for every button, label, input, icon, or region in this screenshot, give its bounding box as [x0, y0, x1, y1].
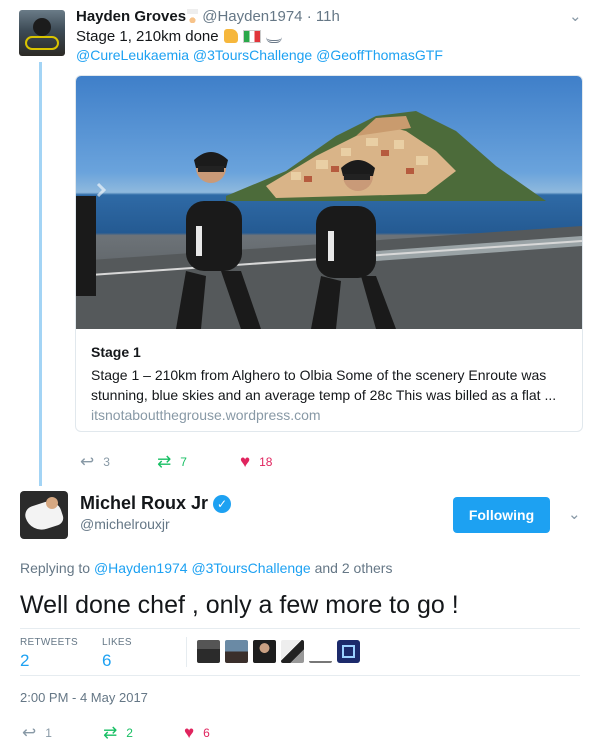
- user-name[interactable]: Hayden Groves: [76, 8, 186, 25]
- user-name[interactable]: Michel Roux Jr ✓: [80, 493, 232, 514]
- reply-count: 1: [45, 726, 52, 740]
- italy-flag-emoji-icon: [242, 30, 261, 43]
- tweet-header: Hayden Groves @Hayden1974 · 11h: [76, 7, 340, 26]
- card-description: Stage 1 – 210km from Alghero to Olbia So…: [91, 367, 557, 403]
- likes-label: LIKES: [102, 637, 132, 648]
- user-handle[interactable]: @Hayden1974: [202, 8, 302, 25]
- user-handle[interactable]: @michelrouxjr: [80, 516, 170, 532]
- avatar[interactable]: [20, 491, 68, 539]
- liker-avatar[interactable]: [253, 640, 276, 663]
- retweet-count: 2: [126, 726, 133, 740]
- tweet-text-content: Stage 1, 210km done: [76, 28, 219, 45]
- replying-others[interactable]: and 2 others: [315, 560, 393, 576]
- liker-avatar[interactable]: [197, 640, 220, 663]
- user-name-text[interactable]: Michel Roux Jr: [80, 493, 208, 514]
- like-button[interactable]: ♥ 18: [240, 452, 272, 472]
- heart-icon: ♥: [240, 452, 251, 471]
- like-count: 6: [203, 726, 210, 740]
- retweet-button[interactable]: ⇄ 2: [103, 723, 133, 743]
- dot-separator: ·: [306, 8, 312, 25]
- like-count: 18: [259, 455, 273, 469]
- like-button[interactable]: ♥ 6: [184, 723, 210, 743]
- cyclist-emoji-icon: [266, 31, 283, 43]
- liker-avatar[interactable]: [337, 640, 360, 663]
- heart-icon: ♥: [184, 723, 195, 742]
- card-domain: itsnotaboutthegrouse.wordpress.com: [91, 407, 321, 423]
- tweet-text: Well done chef , only a few more to go !: [20, 591, 459, 619]
- conversation-thread-line: [39, 62, 42, 486]
- reply-button[interactable]: ↩ 1: [22, 723, 52, 743]
- stats-divider: [186, 637, 187, 667]
- replying-to: Replying to @Hayden1974 @3ToursChallenge…: [20, 560, 392, 576]
- following-button[interactable]: Following: [453, 497, 550, 533]
- replying-prefix: Replying to: [20, 560, 91, 576]
- liker-avatars: [197, 640, 360, 663]
- tweet-time[interactable]: 11h: [316, 8, 340, 25]
- retweets-count[interactable]: 2: [20, 651, 29, 671]
- retweet-icon: ⇄: [157, 452, 172, 471]
- card-image: [76, 76, 582, 329]
- chevron-down-icon[interactable]: ⌄: [569, 7, 582, 25]
- tweet-text: Stage 1, 210km done: [76, 27, 283, 47]
- liker-avatar[interactable]: [309, 640, 332, 663]
- tweet-timestamp[interactable]: 2:00 PM - 4 May 2017: [20, 690, 148, 705]
- liker-avatar[interactable]: [225, 640, 248, 663]
- replying-users[interactable]: @Hayden1974 @3ToursChallenge: [94, 560, 311, 576]
- reply-count: 3: [103, 455, 110, 469]
- tweet-mentions[interactable]: @CureLeukaemia @3ToursChallenge @GeoffTh…: [76, 46, 443, 65]
- retweet-count: 7: [180, 455, 187, 469]
- retweet-button[interactable]: ⇄ 7: [157, 452, 187, 472]
- retweet-icon: ⇄: [103, 723, 118, 742]
- verified-badge-icon: ✓: [213, 494, 232, 513]
- avatar[interactable]: [19, 10, 65, 56]
- thumbs-up-emoji-icon: [223, 29, 238, 43]
- reply-icon: ↩: [22, 723, 37, 742]
- chevron-down-icon[interactable]: ⌄: [568, 505, 581, 523]
- likes-count[interactable]: 6: [102, 651, 111, 671]
- reply-icon: ↩: [80, 452, 95, 471]
- retweets-label: RETWEETS: [20, 637, 78, 648]
- liker-avatar[interactable]: [281, 640, 304, 663]
- tweet-stats: RETWEETS 2 LIKES 6: [20, 628, 580, 676]
- link-card[interactable]: Stage 1 Stage 1 – 210km from Alghero to …: [75, 75, 583, 432]
- reply-button[interactable]: ↩ 3: [80, 452, 110, 472]
- card-title: Stage 1: [91, 344, 141, 360]
- chef-emoji-icon: [187, 9, 199, 23]
